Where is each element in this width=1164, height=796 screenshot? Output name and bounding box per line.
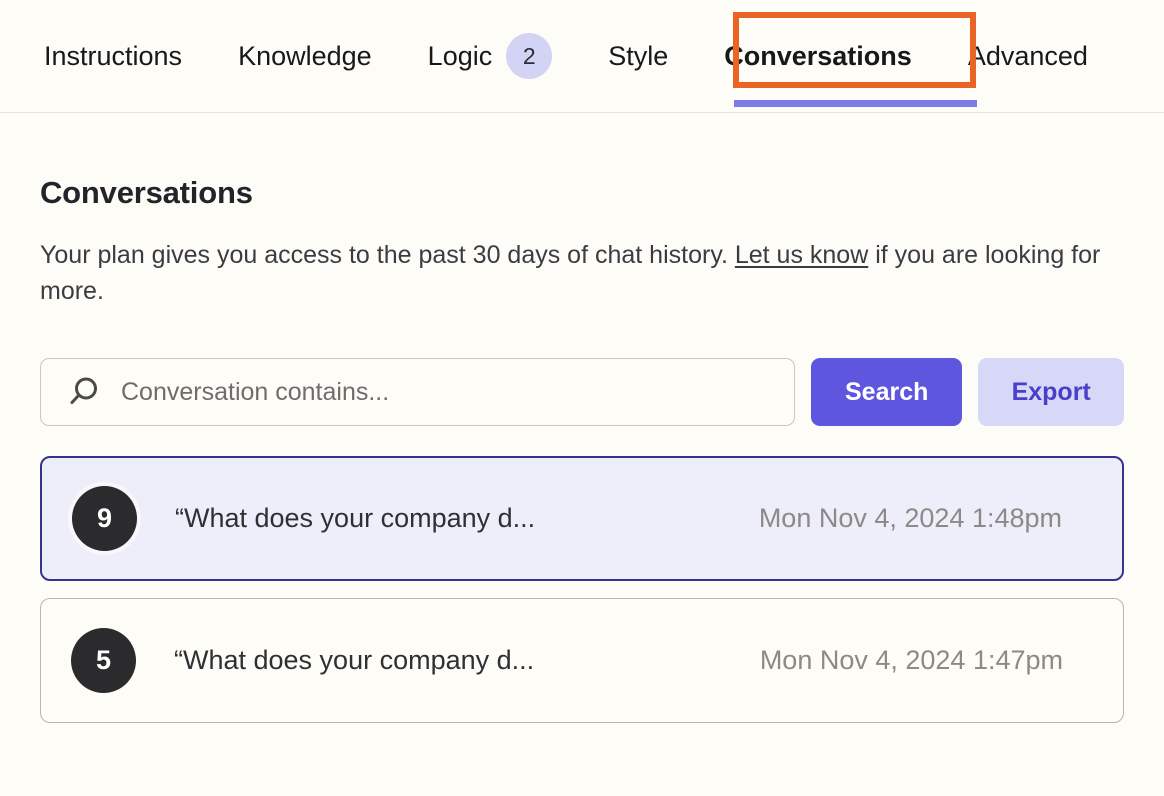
search-button[interactable]: Search: [811, 358, 962, 426]
tab-logic-label: Logic: [428, 43, 493, 70]
tab-bar: Instructions Knowledge Logic 2 Style Con…: [0, 0, 1164, 113]
conversation-timestamp: Mon Nov 4, 2024 1:47pm: [760, 645, 1063, 676]
active-tab-underline: [734, 100, 977, 107]
conversation-row[interactable]: 5 “What does your company d... Mon Nov 4…: [40, 598, 1124, 723]
tab-conversations-label: Conversations: [724, 43, 912, 70]
search-row: Search Export: [40, 309, 1124, 426]
main-content: Conversations Your plan gives you access…: [0, 113, 1164, 723]
tab-style[interactable]: Style: [580, 0, 696, 112]
tab-conversations[interactable]: Conversations: [696, 0, 940, 112]
conversation-snippet: “What does your company d...: [175, 503, 535, 534]
page-description-text-before: Your plan gives you access to the past 3…: [40, 241, 735, 269]
search-field-wrapper[interactable]: [40, 358, 795, 426]
conversation-snippet: “What does your company d...: [174, 645, 534, 676]
tab-advanced[interactable]: Advanced: [940, 0, 1116, 112]
tab-advanced-label: Advanced: [968, 43, 1088, 70]
tab-knowledge[interactable]: Knowledge: [210, 0, 400, 112]
tab-instructions-label: Instructions: [44, 43, 182, 70]
export-button[interactable]: Export: [978, 358, 1124, 426]
page-title: Conversations: [40, 113, 1124, 211]
tab-list: Instructions Knowledge Logic 2 Style Con…: [0, 0, 1164, 112]
tab-instructions[interactable]: Instructions: [44, 0, 210, 112]
message-count-badge: 9: [72, 486, 137, 551]
tab-logic[interactable]: Logic 2: [400, 0, 581, 112]
search-icon: [65, 374, 101, 410]
conversation-list: 9 “What does your company d... Mon Nov 4…: [40, 426, 1124, 723]
message-count-badge: 5: [71, 628, 136, 693]
let-us-know-link[interactable]: Let us know: [735, 241, 868, 269]
search-input[interactable]: [41, 359, 794, 425]
conversation-timestamp: Mon Nov 4, 2024 1:48pm: [759, 503, 1062, 534]
tab-style-label: Style: [608, 43, 668, 70]
tab-logic-count-badge: 2: [506, 33, 552, 79]
page-description: Your plan gives you access to the past 3…: [40, 211, 1110, 309]
conversation-row[interactable]: 9 “What does your company d... Mon Nov 4…: [40, 456, 1124, 581]
tab-knowledge-label: Knowledge: [238, 43, 372, 70]
